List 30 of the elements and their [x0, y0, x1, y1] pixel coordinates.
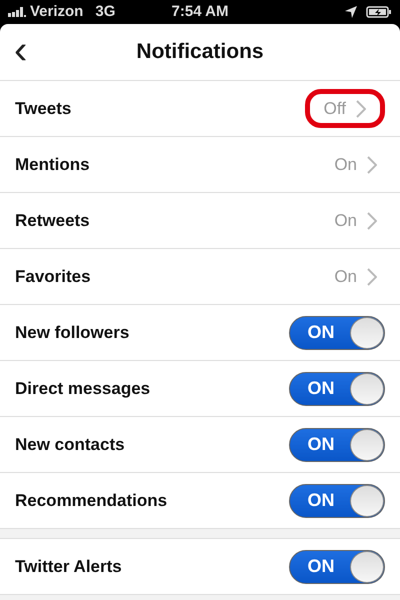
chevron-icon: [367, 268, 377, 286]
row-label: Favorites: [15, 266, 91, 288]
row-label: Retweets: [15, 210, 90, 232]
disclosure-button[interactable]: On: [326, 206, 385, 236]
toggle-switch[interactable]: ON: [289, 372, 385, 406]
row-label: Twitter Alerts: [15, 556, 122, 578]
location-arrow-icon: [344, 5, 358, 19]
chevron-icon: [367, 156, 377, 174]
signal-icon: [8, 7, 26, 17]
row-label: New followers: [15, 322, 130, 344]
status-time: 7:54 AM: [172, 2, 228, 22]
toggle-switch[interactable]: ON: [289, 484, 385, 518]
row-label: Recommendations: [15, 490, 168, 512]
carrier-name: Verizon: [30, 2, 84, 22]
chevron-icon: [356, 100, 366, 118]
battery-icon: [366, 6, 392, 18]
disclosure-button[interactable]: On: [326, 150, 385, 180]
row-label: Tweets: [15, 98, 72, 120]
row-label: Direct messages: [15, 378, 150, 400]
toggle-switch[interactable]: ON: [289, 428, 385, 462]
chevron-icon: [367, 212, 377, 230]
disclosure-button[interactable]: On: [326, 262, 385, 292]
row-label: New contacts: [15, 434, 125, 456]
back-button[interactable]: ‹: [10, 30, 32, 70]
toggle-switch[interactable]: ON: [289, 316, 385, 350]
row-label: Mentions: [15, 154, 90, 176]
network-type: 3G: [95, 2, 116, 22]
toggle-switch[interactable]: ON: [289, 550, 385, 584]
disclosure-button[interactable]: Off: [304, 88, 385, 128]
screen-title: Notifications: [136, 39, 264, 66]
